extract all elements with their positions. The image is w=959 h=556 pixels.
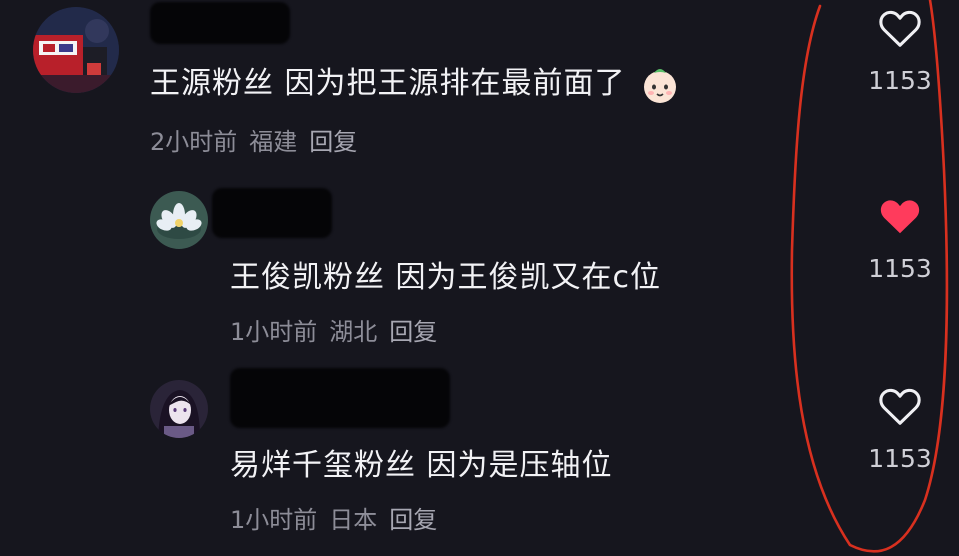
user-avatar[interactable] <box>150 191 208 249</box>
avatar-image <box>150 380 208 438</box>
avatar-image <box>150 191 208 249</box>
comment-text: 王俊凯粉丝 因为王俊凯又在c位 <box>230 260 662 295</box>
reply-button[interactable]: 回复 <box>389 318 437 346</box>
like-count: 1153 <box>868 444 932 473</box>
comment-time: 1小时前 <box>230 506 318 534</box>
comment-meta: 1小时前 日本 回复 <box>230 500 449 535</box>
reply-comment-item: 王俊凯粉丝 因为王俊凯又在c位 1小时前 湖北 回复 <box>0 180 800 355</box>
comment-meta: 1小时前 湖北 回复 <box>230 312 449 347</box>
comment-meta: 2小时前 福建 回复 <box>150 122 369 157</box>
like-group: 1153 <box>855 196 945 283</box>
like-button[interactable] <box>855 386 945 426</box>
like-group: 1153 <box>855 386 945 473</box>
comment-item: 王源粉丝 因为把王源排在最前面了 2小时前 福建 回复 <box>0 0 800 170</box>
comment-location: 福建 <box>249 128 298 156</box>
like-count: 1153 <box>868 254 932 283</box>
avatar-image <box>33 7 119 93</box>
redacted-username <box>150 2 290 44</box>
like-button[interactable] <box>855 8 945 48</box>
like-button[interactable] <box>855 196 945 236</box>
like-group: 1153 <box>855 8 945 95</box>
comment-location: 湖北 <box>329 318 378 346</box>
comment-location: 日本 <box>329 506 378 534</box>
baby-face-emoji-icon <box>640 65 680 105</box>
user-avatar[interactable] <box>150 380 208 438</box>
user-avatar[interactable] <box>33 7 119 93</box>
reply-comment-item: 易烊千玺粉丝 因为是压轴位 1小时前 日本 回复 <box>0 365 800 555</box>
heart-filled-icon <box>880 200 920 234</box>
comment-time: 2小时前 <box>150 128 238 156</box>
comment-text: 易烊千玺粉丝 因为是压轴位 <box>230 448 613 483</box>
redacted-username <box>230 368 450 428</box>
comment-time: 1小时前 <box>230 318 318 346</box>
redacted-username <box>212 188 332 238</box>
heart-outline-icon <box>879 10 921 47</box>
reply-button[interactable]: 回复 <box>389 506 437 534</box>
comment-text: 王源粉丝 因为把王源排在最前面了 <box>150 58 680 105</box>
reply-button[interactable]: 回复 <box>309 128 357 156</box>
heart-outline-icon <box>879 388 921 425</box>
like-count: 1153 <box>868 66 932 95</box>
